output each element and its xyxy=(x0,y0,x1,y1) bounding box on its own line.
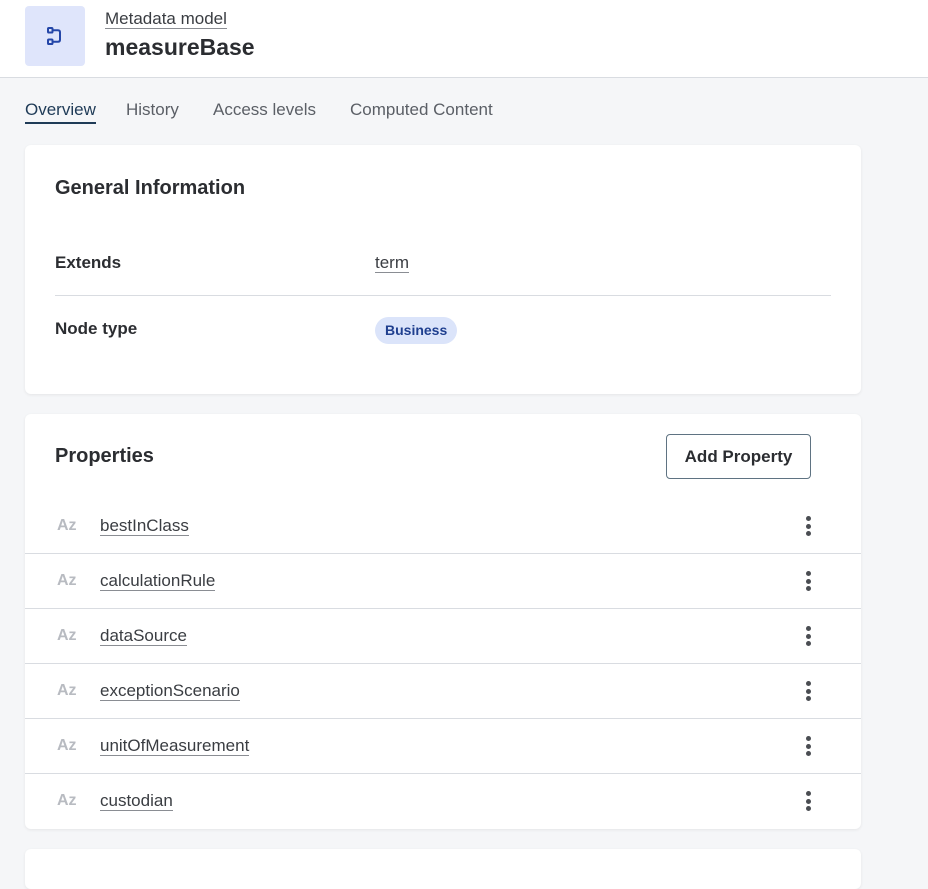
more-options-icon[interactable] xyxy=(799,734,817,758)
text-type-icon: Az xyxy=(57,682,77,699)
more-options-icon[interactable] xyxy=(799,789,817,813)
metadata-model-icon xyxy=(25,6,85,66)
divider xyxy=(55,295,831,296)
text-type-icon: Az xyxy=(57,517,77,534)
tab-access-levels[interactable]: Access levels xyxy=(213,100,316,120)
property-row: Az dataSource xyxy=(25,609,861,664)
text-type-icon: Az xyxy=(57,572,77,589)
property-row: Az calculationRule xyxy=(25,554,861,609)
extends-label: Extends xyxy=(55,253,122,272)
text-type-icon: Az xyxy=(57,737,77,754)
property-row: Az custodian xyxy=(25,774,861,829)
more-options-icon[interactable] xyxy=(799,514,817,538)
node-type-badge: Business xyxy=(375,317,458,344)
more-options-icon[interactable] xyxy=(799,569,817,593)
text-type-icon: Az xyxy=(57,792,77,809)
add-property-button[interactable]: Add Property xyxy=(666,434,811,479)
property-row: Az exceptionScenario xyxy=(25,664,861,719)
general-information-card: General Information Extends term Node ty… xyxy=(25,145,861,394)
page-header: Metadata model measureBase xyxy=(0,0,928,78)
general-information-title: General Information xyxy=(55,177,246,199)
properties-title: Properties xyxy=(55,445,154,467)
node-type-label: Node type xyxy=(55,319,138,338)
more-options-icon[interactable] xyxy=(799,624,817,648)
more-options-icon[interactable] xyxy=(799,679,817,703)
property-row: Az unitOfMeasurement xyxy=(25,719,861,774)
property-row: Az bestInClass xyxy=(25,499,861,554)
properties-card: Properties Add Property Az bestInClass A… xyxy=(25,414,861,829)
property-name-link[interactable]: exceptionScenario xyxy=(100,681,240,701)
tab-computed-content[interactable]: Computed Content xyxy=(350,100,493,120)
tab-history[interactable]: History xyxy=(126,100,179,120)
metadata-model-link[interactable]: Metadata model xyxy=(105,9,227,29)
extends-value-link[interactable]: term xyxy=(375,253,409,273)
property-name-link[interactable]: unitOfMeasurement xyxy=(100,736,250,756)
next-card xyxy=(25,849,861,889)
page-title: measureBase xyxy=(105,34,255,60)
property-name-link[interactable]: custodian xyxy=(100,791,173,811)
property-name-link[interactable]: dataSource xyxy=(100,626,187,646)
property-name-link[interactable]: calculationRule xyxy=(100,571,216,591)
property-name-link[interactable]: bestInClass xyxy=(100,516,189,536)
tab-overview[interactable]: Overview xyxy=(25,100,96,124)
text-type-icon: Az xyxy=(57,627,77,644)
